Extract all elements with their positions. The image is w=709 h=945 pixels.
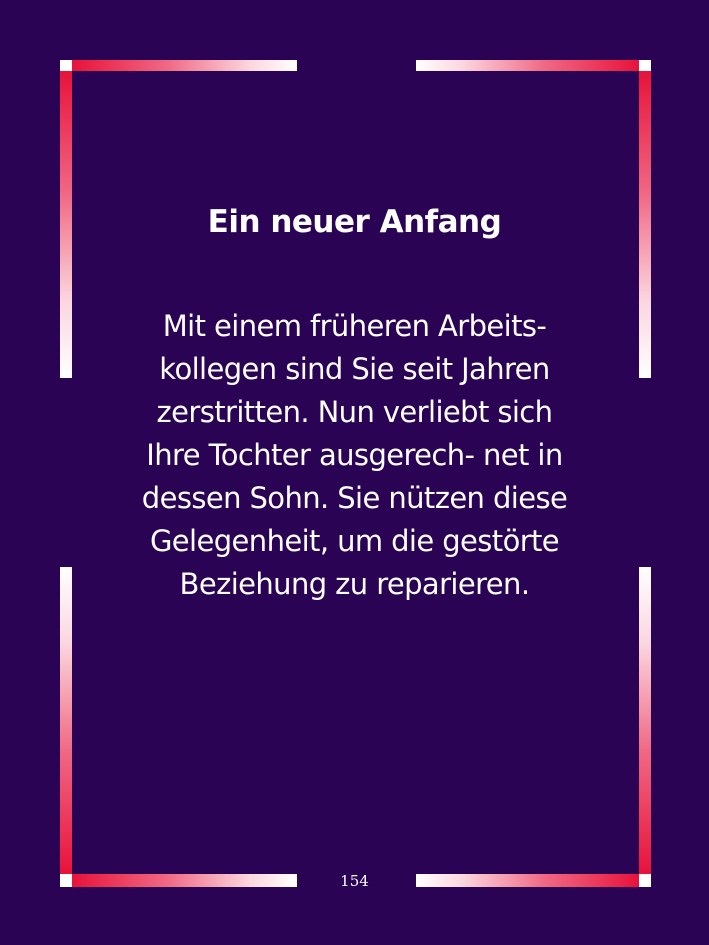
page-number: 154 bbox=[340, 872, 369, 890]
frame-top-left-bar bbox=[60, 60, 297, 71]
body-line: Ihre Tochter ausgerech- net in bbox=[146, 438, 563, 472]
body-line: dessen Sohn. Sie nützen diese bbox=[141, 481, 568, 515]
frame-top-right-bar bbox=[416, 60, 651, 71]
body-line: Gelegenheit, um die gestörte bbox=[149, 524, 560, 558]
body-line: kollegen sind Sie seit Jahren bbox=[159, 352, 550, 386]
card-title: Ein neuer Anfang bbox=[207, 204, 502, 240]
body-line: Beziehung zu reparieren. bbox=[179, 567, 531, 601]
body-line: zerstritten. Nun verliebt sich bbox=[156, 395, 553, 429]
body-line: Mit einem früheren Arbeits- bbox=[162, 309, 547, 343]
frame-left-lower-bar bbox=[60, 567, 72, 874]
frame-right-lower-bar bbox=[639, 567, 651, 874]
card-body-text: Mit einem früheren Arbeits- kollegen sin… bbox=[100, 305, 609, 606]
